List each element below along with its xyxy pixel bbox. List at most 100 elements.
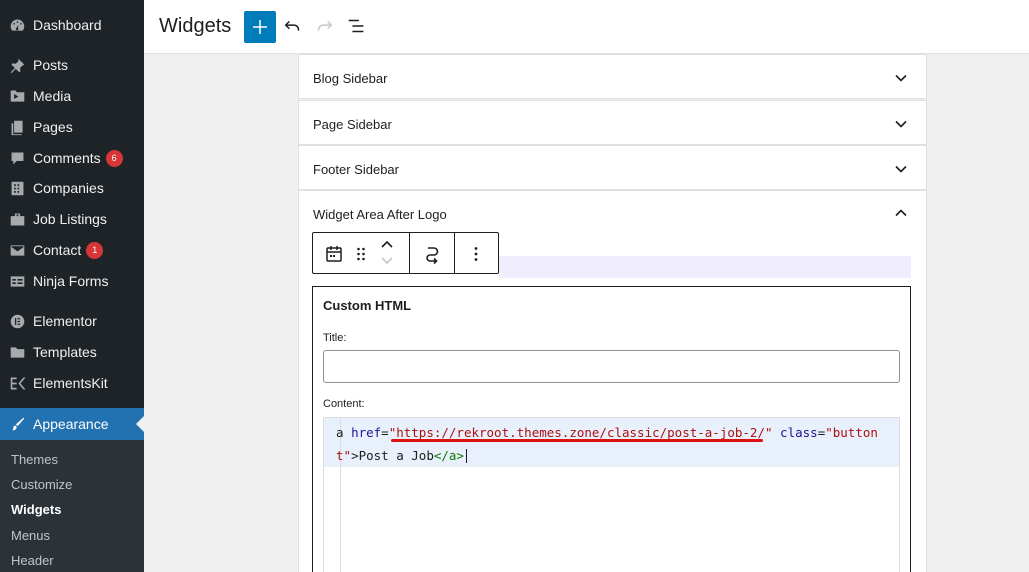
widget-area-footer-sidebar[interactable]: Footer Sidebar — [298, 145, 927, 190]
mail-icon — [8, 241, 26, 259]
chevron-down-icon[interactable] — [894, 162, 908, 176]
dashboard-icon — [8, 16, 26, 34]
sidebar-item-label: Pages — [33, 119, 73, 135]
more-vertical-icon — [474, 247, 478, 261]
pages-icon — [8, 118, 26, 136]
sidebar-item-dashboard[interactable]: Dashboard — [0, 10, 144, 40]
sidebar-item-label: Templates — [33, 344, 97, 360]
move-down-button[interactable] — [377, 253, 397, 269]
sidebar-item-label: Comments — [33, 150, 101, 166]
media-icon — [8, 87, 26, 105]
folder-icon — [8, 343, 26, 361]
submenu-header[interactable]: Header — [11, 553, 54, 568]
drag-handle-icon — [357, 247, 365, 261]
sidebar-item-label: Media — [33, 88, 72, 104]
sidebar-item-label: Companies — [33, 180, 104, 196]
submenu-themes[interactable]: Themes — [11, 452, 58, 467]
code-token-tag: </a> — [433, 448, 464, 463]
sidebar-item-elementskit[interactable]: ElementsKit — [0, 368, 144, 398]
submenu-widgets[interactable]: Widgets — [11, 502, 61, 517]
ek-icon — [8, 374, 26, 392]
sidebar-item-label: Contact — [33, 242, 82, 258]
widget-area-title: Blog Sidebar — [313, 71, 388, 86]
chevron-down-icon — [381, 257, 393, 265]
chevron-down-icon[interactable] — [894, 71, 908, 85]
title-input[interactable] — [323, 350, 900, 383]
admin-sidebar: Dashboard Posts Media Pages Comments 6 C… — [0, 0, 144, 572]
sidebar-item-job-listings[interactable]: Job Listings — [0, 204, 144, 234]
code-line-1: a href="https://rekroot.themes.zone/clas… — [336, 425, 878, 440]
undo-icon — [284, 20, 300, 31]
code-token-string: t" — [336, 448, 352, 463]
contact-count-badge: 1 — [86, 241, 104, 259]
sidebar-item-posts[interactable]: Posts — [0, 50, 144, 80]
url-underline-annotation — [391, 439, 763, 442]
code-token-string: "button — [825, 425, 878, 440]
undo-button[interactable] — [281, 14, 305, 38]
editor-header: Widgets — [144, 0, 1029, 54]
pin-icon — [8, 56, 26, 74]
widget-area-blog-sidebar[interactable]: Blog Sidebar — [298, 54, 927, 99]
building-icon — [8, 179, 26, 197]
chevron-down-icon[interactable] — [894, 117, 908, 131]
list-view-icon — [348, 19, 364, 33]
text-cursor — [466, 449, 467, 463]
sidebar-item-companies[interactable]: Companies — [0, 173, 144, 203]
redo-icon — [317, 20, 333, 31]
drag-handle[interactable] — [351, 243, 371, 265]
code-token: a — [336, 425, 352, 440]
sidebar-item-label: ElementsKit — [33, 375, 108, 391]
page-title: Widgets — [159, 15, 232, 37]
sidebar-item-label: Dashboard — [33, 17, 102, 33]
active-indicator — [136, 416, 144, 432]
block-toolbar — [312, 232, 499, 274]
appearance-submenu: Themes Customize Widgets Menus Header — [0, 440, 144, 572]
add-block-button[interactable] — [244, 11, 276, 43]
elementor-icon — [8, 312, 26, 330]
brush-icon — [8, 415, 26, 433]
briefcase-icon — [8, 210, 26, 228]
submenu-menus[interactable]: Menus — [11, 528, 50, 543]
toolbar-divider — [409, 233, 410, 273]
plus-icon — [253, 20, 267, 34]
calendar-icon — [326, 246, 342, 262]
sidebar-item-elementor[interactable]: Elementor — [0, 306, 144, 336]
code-token: = — [381, 425, 389, 440]
sidebar-item-label: Posts — [33, 57, 69, 73]
sidebar-item-appearance[interactable]: Appearance — [0, 408, 144, 440]
list-view-button[interactable] — [345, 14, 369, 38]
sidebar-item-label: Elementor — [33, 313, 97, 329]
block-selection-highlight — [499, 256, 911, 278]
code-token: >Post a Job — [351, 448, 434, 463]
custom-html-widget: Custom HTML Title: Content: a href="http… — [312, 286, 911, 572]
more-options-button[interactable] — [465, 243, 487, 265]
sidebar-item-templates[interactable]: Templates — [0, 337, 144, 367]
title-label: Title: — [323, 332, 347, 344]
submenu-customize[interactable]: Customize — [11, 477, 72, 492]
sidebar-item-contact[interactable]: Contact 1 — [0, 235, 144, 265]
transform-icon — [426, 247, 439, 264]
widget-area-title: Footer Sidebar — [313, 162, 399, 177]
comments-count-badge: 6 — [105, 149, 123, 167]
form-icon — [8, 272, 26, 290]
sidebar-item-pages[interactable]: Pages — [0, 112, 144, 142]
widget-area-page-sidebar[interactable]: Page Sidebar — [298, 100, 927, 145]
code-token-url: "https://rekroot.themes.zone/classic/pos… — [388, 425, 773, 440]
widget-heading: Custom HTML — [323, 298, 412, 313]
sidebar-item-comments[interactable]: Comments 6 — [0, 143, 144, 173]
redo-button[interactable] — [312, 14, 336, 38]
widget-area-title: Page Sidebar — [313, 117, 392, 132]
sidebar-item-ninja-forms[interactable]: Ninja Forms — [0, 266, 144, 296]
code-token-attr: href — [351, 425, 382, 440]
chevron-up-icon[interactable] — [894, 206, 908, 220]
sidebar-item-media[interactable]: Media — [0, 81, 144, 111]
code-editor[interactable]: a href="https://rekroot.themes.zone/clas… — [323, 417, 900, 572]
content-label: Content: — [323, 398, 365, 410]
sidebar-item-label: Appearance — [33, 416, 109, 432]
comment-icon — [8, 149, 26, 167]
widget-area-title: Widget Area After Logo — [313, 207, 447, 222]
sidebar-item-label: Ninja Forms — [33, 273, 109, 289]
transform-button[interactable] — [421, 243, 443, 265]
block-type-button[interactable] — [323, 243, 345, 265]
sidebar-item-label: Job Listings — [33, 211, 107, 227]
